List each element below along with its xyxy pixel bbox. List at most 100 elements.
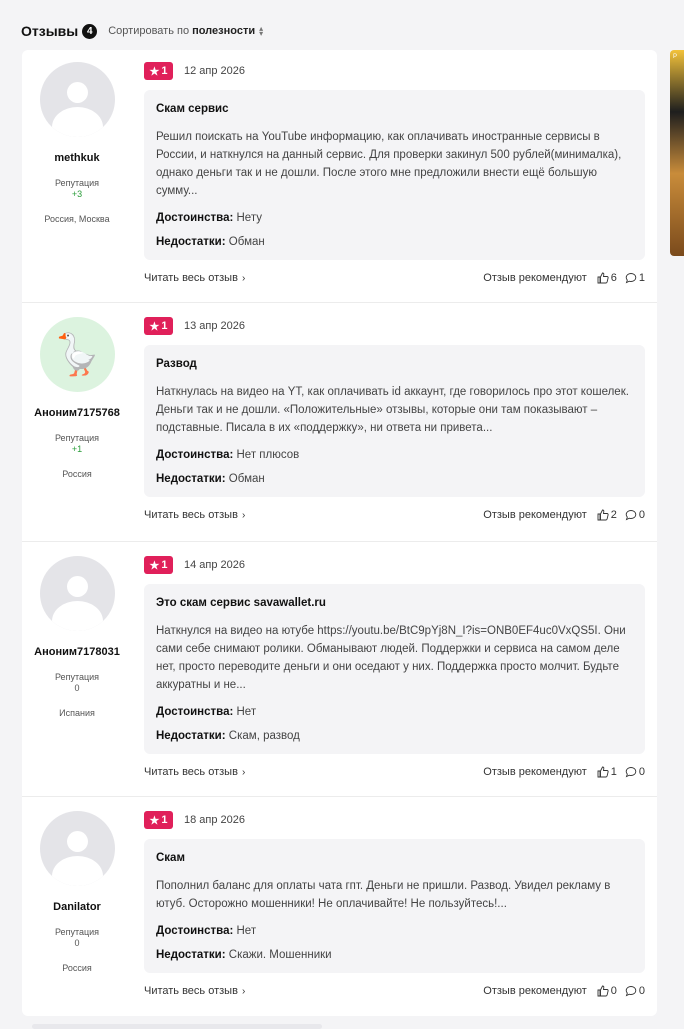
- comments-button[interactable]: 0: [625, 985, 645, 997]
- star-icon: ★: [149, 814, 160, 827]
- review-item: methkuk Репутация +3 Россия, Москва ★ 1 1…: [22, 50, 657, 303]
- review-cons: Недостатки: Обман: [156, 236, 265, 248]
- likes-count: 6: [610, 272, 617, 284]
- review-content: ★ 1 18 апр 2026 Скам Пополнил баланс для …: [144, 811, 645, 999]
- reviews-count-badge: 4: [82, 23, 98, 39]
- star-icon: ★: [149, 559, 160, 572]
- thumbs-up-icon: [597, 272, 609, 284]
- author-name[interactable]: Danilator: [22, 901, 132, 913]
- author-name[interactable]: Аноним7178031: [22, 646, 132, 658]
- avatar[interactable]: [39, 62, 115, 137]
- thumbs-up-icon: [597, 985, 609, 997]
- like-button[interactable]: 0: [597, 985, 617, 997]
- rating-badge: ★ 1: [144, 811, 173, 829]
- review-cons: Недостатки: Скам, развод: [156, 730, 300, 742]
- comment-icon: [625, 767, 637, 778]
- review-item: Аноним7178031 Репутация 0 Испания ★ 1 14 …: [22, 542, 657, 797]
- review-author[interactable]: 🪿 Аноним7175768 Репутация +1 Россия: [22, 317, 132, 479]
- comments-button[interactable]: 0: [625, 766, 645, 778]
- sort-arrows-icon: ▴ ▾: [259, 24, 264, 38]
- author-name[interactable]: methkuk: [22, 152, 132, 164]
- likes-count: 1: [610, 766, 617, 778]
- thumbs-up-icon: [597, 509, 609, 521]
- avatar[interactable]: [39, 556, 115, 631]
- recommend-label: Отзыв рекомендуют: [483, 272, 587, 284]
- avatar[interactable]: 🪿: [39, 317, 115, 392]
- recommend-label: Отзыв рекомендуют: [483, 985, 587, 997]
- sort-label: Сортировать по: [108, 25, 190, 37]
- review-content: ★ 1 14 апр 2026 Это скам сервис savawalle…: [144, 556, 645, 780]
- review-card[interactable]: Это скам сервис savawallet.ru Наткнулся …: [144, 584, 645, 754]
- author-location: Россия: [62, 469, 92, 479]
- read-full-review-link[interactable]: Читать весь отзыв ›: [144, 766, 245, 778]
- review-card[interactable]: Развод Наткнулась на видео на YT, как оп…: [144, 345, 645, 497]
- review-date: 18 апр 2026: [184, 814, 246, 826]
- comments-count: 1: [638, 272, 645, 284]
- review-item: Danilator Репутация 0 Россия ★ 1 18 апр 2…: [22, 797, 657, 1016]
- reputation-label: Репутация: [54, 927, 100, 937]
- comments-count: 0: [638, 509, 645, 521]
- like-button[interactable]: 2: [597, 509, 617, 521]
- review-author[interactable]: Аноним7178031 Репутация 0 Испания: [22, 556, 132, 718]
- likes-count: 2: [610, 509, 617, 521]
- review-title[interactable]: Это скам сервис savawallet.ru: [156, 597, 633, 609]
- comments-button[interactable]: 1: [625, 272, 645, 284]
- read-full-review-link[interactable]: Читать весь отзыв ›: [144, 985, 245, 997]
- comments-count: 0: [638, 985, 645, 997]
- review-date: 14 апр 2026: [184, 559, 246, 571]
- review-card[interactable]: Скам сервис Решил поискать на YouTube ин…: [144, 90, 645, 260]
- review-pros: Достоинства: Нет: [156, 706, 257, 718]
- author-name[interactable]: Аноним7175768: [22, 407, 132, 419]
- review-text: Наткнулась на видео на YT, как оплачиват…: [156, 386, 629, 434]
- comment-icon: [625, 273, 637, 284]
- ad-label: Р: [673, 54, 678, 60]
- comments-button[interactable]: 0: [625, 509, 645, 521]
- reputation-value: +3: [71, 189, 83, 199]
- comments-count: 0: [638, 766, 645, 778]
- reviews-list: methkuk Репутация +3 Россия, Москва ★ 1 1…: [22, 50, 657, 1016]
- sort-dropdown[interactable]: Сортировать по полезности ▴ ▾: [108, 24, 264, 38]
- like-button[interactable]: 6: [597, 272, 617, 284]
- review-content: ★ 1 13 апр 2026 Развод Наткнулась на виде…: [144, 317, 645, 523]
- rating-badge: ★ 1: [144, 317, 173, 335]
- review-title[interactable]: Скам сервис: [156, 103, 633, 115]
- chevron-right-icon: ›: [241, 272, 246, 284]
- goose-icon: 🪿: [52, 333, 102, 377]
- review-author[interactable]: Danilator Репутация 0 Россия: [22, 811, 132, 973]
- review-actions: Читать весь отзыв › Отзыв рекомендуют 0 0: [144, 983, 645, 999]
- reputation-label: Репутация: [54, 433, 100, 443]
- review-actions: Читать весь отзыв › Отзыв рекомендуют 2 0: [144, 507, 645, 523]
- review-cons: Недостатки: Скажи. Мошенники: [156, 949, 332, 961]
- recommend-label: Отзыв рекомендуют: [483, 766, 587, 778]
- reviews-title: Отзывы: [21, 23, 79, 39]
- review-title[interactable]: Развод: [156, 358, 633, 370]
- chevron-right-icon: ›: [241, 985, 246, 997]
- avatar[interactable]: [39, 811, 115, 886]
- thumbs-up-icon: [597, 766, 609, 778]
- like-button[interactable]: 1: [597, 766, 617, 778]
- next-section-edge: [32, 1024, 322, 1029]
- review-actions: Читать весь отзыв › Отзыв рекомендуют 6 1: [144, 270, 645, 286]
- comment-icon: [625, 510, 637, 521]
- review-content: ★ 1 12 апр 2026 Скам сервис Решил поискат…: [144, 62, 645, 286]
- read-full-review-link[interactable]: Читать весь отзыв ›: [144, 272, 245, 284]
- read-full-review-link[interactable]: Читать весь отзыв ›: [144, 509, 245, 521]
- review-cons: Недостатки: Обман: [156, 473, 265, 485]
- review-text: Пополнил баланс для оплаты чата гпт. Ден…: [156, 880, 611, 910]
- chevron-right-icon: ›: [241, 509, 246, 521]
- recommend-label: Отзыв рекомендуют: [483, 509, 587, 521]
- review-title[interactable]: Скам: [156, 852, 633, 864]
- review-card[interactable]: Скам Пополнил баланс для оплаты чата гпт…: [144, 839, 645, 973]
- reputation-value: +1: [71, 444, 83, 454]
- rating-badge: ★ 1: [144, 62, 173, 80]
- author-location: Россия, Москва: [44, 214, 110, 224]
- star-icon: ★: [149, 65, 160, 78]
- rating-badge: ★ 1: [144, 556, 173, 574]
- review-author[interactable]: methkuk Репутация +3 Россия, Москва: [22, 62, 132, 224]
- reputation-label: Репутация: [54, 178, 100, 188]
- side-advertisement[interactable]: Р: [670, 50, 684, 256]
- reviews-header: Отзывы 4 Сортировать по полезности ▴ ▾: [21, 20, 263, 42]
- review-pros: Достоинства: Нет плюсов: [156, 449, 300, 461]
- reputation-label: Репутация: [54, 672, 100, 682]
- reputation-value: 0: [74, 938, 80, 948]
